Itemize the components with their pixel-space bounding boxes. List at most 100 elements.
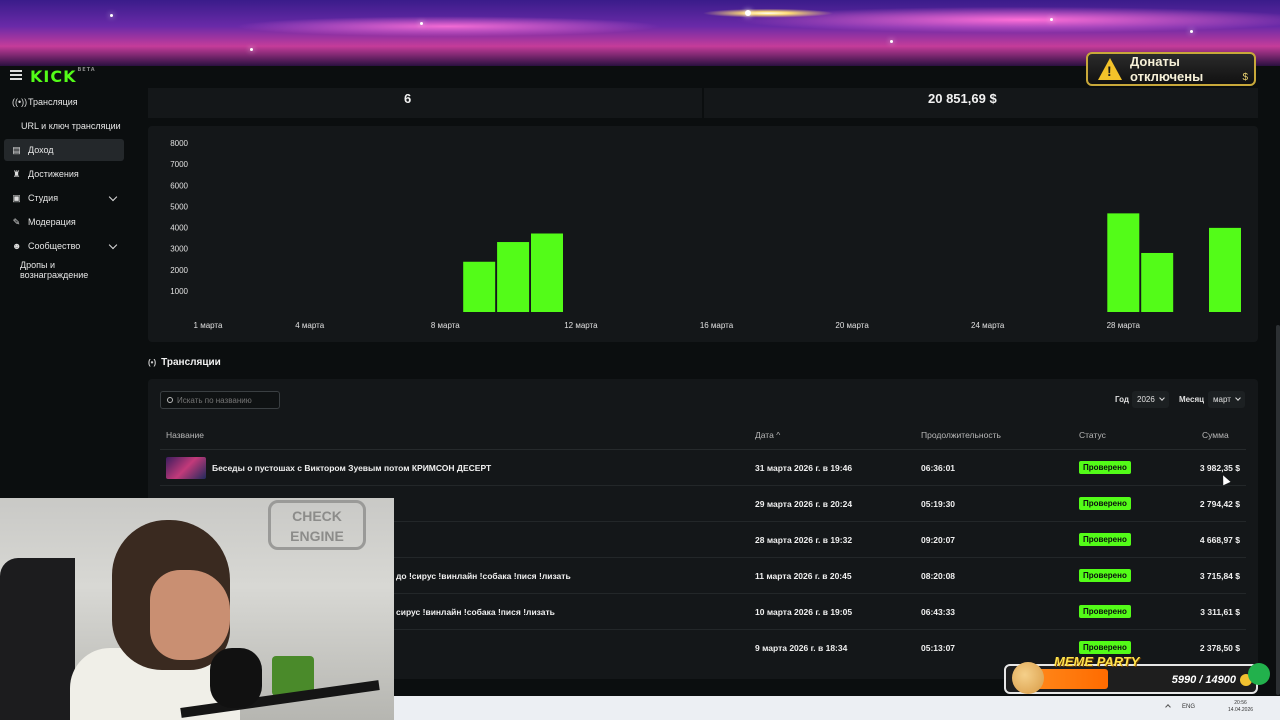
chevron-down-icon — [108, 192, 118, 202]
stream-duration: 09:20:07 — [921, 535, 956, 545]
y-tick-label: 2000 — [170, 266, 188, 275]
year-value: 2026 — [1137, 395, 1155, 404]
status-badge: Проверено — [1079, 497, 1131, 510]
column-header-name[interactable]: Название — [166, 430, 204, 440]
stream-sum: 2 378,50 $ — [1199, 643, 1240, 653]
wall-logo: CHECK ENGINE — [268, 500, 366, 550]
x-tick-label: 1 марта — [194, 321, 223, 330]
x-tick-label: 20 марта — [835, 321, 869, 330]
chart-bar[interactable] — [1141, 252, 1174, 312]
broadcast-icon: (•) — [148, 358, 157, 367]
sidebar-item-broadcast[interactable]: ((•)) Трансляция — [4, 91, 124, 113]
microphone — [210, 648, 262, 708]
stream-sum: 4 668,97 $ — [1199, 535, 1240, 545]
stream-date: 29 марта 2026 г. в 20:24 — [755, 499, 853, 509]
search-box[interactable] — [160, 391, 280, 409]
stream-date: 11 марта 2026 г. в 20:45 — [755, 571, 852, 581]
status-badge: Проверено — [1079, 605, 1131, 618]
column-header-duration[interactable]: Продолжительность — [921, 430, 1001, 440]
x-tick-label: 24 марта — [971, 321, 1005, 330]
broadcast-icon: ((•)) — [12, 96, 28, 107]
community-icon: ☻ — [12, 240, 22, 251]
year-select[interactable]: 2026 — [1132, 391, 1169, 408]
kick-logo[interactable]: KICKBETA — [30, 67, 96, 86]
search-icon — [167, 397, 173, 403]
stream-date: 28 марта 2026 г. в 19:32 — [755, 535, 853, 545]
sidebar-item-moderation[interactable]: ✎ Модерация — [4, 211, 124, 233]
sidebar-item-label: Трансляция — [28, 97, 78, 107]
y-tick-label: 8000 — [170, 139, 188, 148]
page-scrollbar[interactable] — [1276, 325, 1280, 695]
chat-bubble-icon[interactable] — [1248, 663, 1270, 685]
streams-section-title: (•) Трансляции — [148, 357, 221, 368]
stream-date: 9 марта 2026 г. в 18:34 — [755, 643, 848, 653]
year-label: Год — [1115, 395, 1129, 404]
stream-name: Беседы о пустошах с Виктором Зуевым пото… — [212, 463, 492, 473]
sidebar-item-url-key[interactable]: URL и ключ трансляции — [4, 115, 124, 137]
sidebar-item-income[interactable]: ▤ Доход — [4, 139, 124, 161]
chair — [0, 558, 75, 720]
stream-duration: 05:19:30 — [921, 499, 956, 509]
y-tick-label: 5000 — [170, 202, 188, 211]
sidebar-item-community[interactable]: ☻ Сообщество — [4, 235, 124, 257]
chevron-down-icon — [108, 240, 118, 250]
sidebar-item-drops[interactable]: Дропы и вознаграждение — [4, 259, 124, 281]
goal-counter: 5990 / 14900 — [1171, 674, 1236, 686]
studio-icon: ▣ — [12, 192, 21, 203]
y-tick-label: 6000 — [170, 181, 188, 190]
logo-text: KICK — [30, 67, 77, 86]
clock-date: 14.04.2026 — [1228, 707, 1254, 713]
status-badge: Проверено — [1079, 641, 1131, 654]
sidebar-item-label: Доход — [28, 145, 54, 155]
sidebar-item-label: Сообщество — [28, 241, 81, 251]
column-header-sum[interactable]: Сумма — [1202, 430, 1229, 440]
chevron-down-icon — [1235, 395, 1241, 401]
system-clock[interactable]: 20:56 14.04.2026 — [1228, 700, 1253, 714]
table-row[interactable]: Беседы о пустошах с Виктором Зуевым пото… — [160, 450, 1246, 486]
chart-bar[interactable] — [531, 233, 563, 312]
tray-expand-icon[interactable] — [1165, 704, 1171, 710]
status-badge: Проверено — [1079, 569, 1131, 582]
sidebar-item-studio[interactable]: ▣ Студия — [4, 187, 124, 209]
doge-icon — [1012, 662, 1044, 694]
hamburger-menu-icon[interactable] — [10, 70, 22, 80]
streams-count: 6 — [404, 91, 412, 106]
meme-party-title: MEME PARTY — [1054, 654, 1140, 669]
column-header-status[interactable]: Статус — [1079, 430, 1106, 440]
chart-bar[interactable] — [463, 261, 496, 312]
x-tick-label: 4 марта — [295, 321, 324, 330]
stream-name: сирус !винлайн !собака !пися !лизать — [396, 607, 555, 617]
sidebar-item-achievements[interactable]: ♜ Достижения — [4, 163, 124, 185]
meme-party-goal-widget: MEME PARTY 5990 / 14900 — [1004, 654, 1258, 694]
streamer-face — [150, 570, 230, 660]
stream-sum: 2 794,42 $ — [1199, 499, 1240, 509]
clock-time: 20:56 — [1234, 700, 1247, 706]
status-badge: Проверено — [1079, 533, 1131, 546]
chart-bar[interactable] — [1209, 227, 1241, 312]
month-label: Месяц — [1179, 395, 1205, 404]
stream-date: 10 марта 2026 г. в 19:05 — [755, 607, 853, 617]
income-chart: 1000 2000 3000 4000 5000 6000 7000 8000 1 марта 4… — [148, 126, 1258, 342]
chart-bar[interactable] — [497, 242, 530, 312]
y-tick-label: 1000 — [170, 287, 188, 296]
stream-sum: 3 982,35 $ — [1199, 463, 1240, 473]
search-input[interactable] — [177, 395, 272, 405]
x-tick-label: 16 марта — [700, 321, 734, 330]
month-select[interactable]: март — [1208, 391, 1245, 408]
donations-label: Донаты отключены — [1130, 54, 1204, 84]
sidebar-item-label: Студия — [28, 193, 59, 203]
stream-sum: 3 311,61 $ — [1200, 607, 1240, 617]
sidebar-item-label: Достижения — [28, 169, 79, 179]
y-tick-label: 3000 — [170, 245, 188, 254]
stream-duration: 08:20:08 — [921, 571, 956, 581]
language-indicator[interactable]: ENG — [1182, 704, 1195, 710]
stat-card-streams: 6 — [148, 88, 702, 118]
month-value: март — [1213, 395, 1231, 404]
chart-bar[interactable] — [1107, 213, 1140, 312]
x-tick-label: 12 марта — [564, 321, 598, 330]
column-header-date[interactable]: Дата ^ — [755, 430, 780, 440]
sidebar-item-label: URL и ключ трансляции — [21, 121, 121, 131]
stream-name: до !сирус !винлайн !собака !пися !лизать — [396, 571, 571, 581]
donations-disabled-badge: Донаты отключены $ — [1086, 52, 1256, 86]
x-tick-label: 8 марта — [431, 321, 460, 330]
